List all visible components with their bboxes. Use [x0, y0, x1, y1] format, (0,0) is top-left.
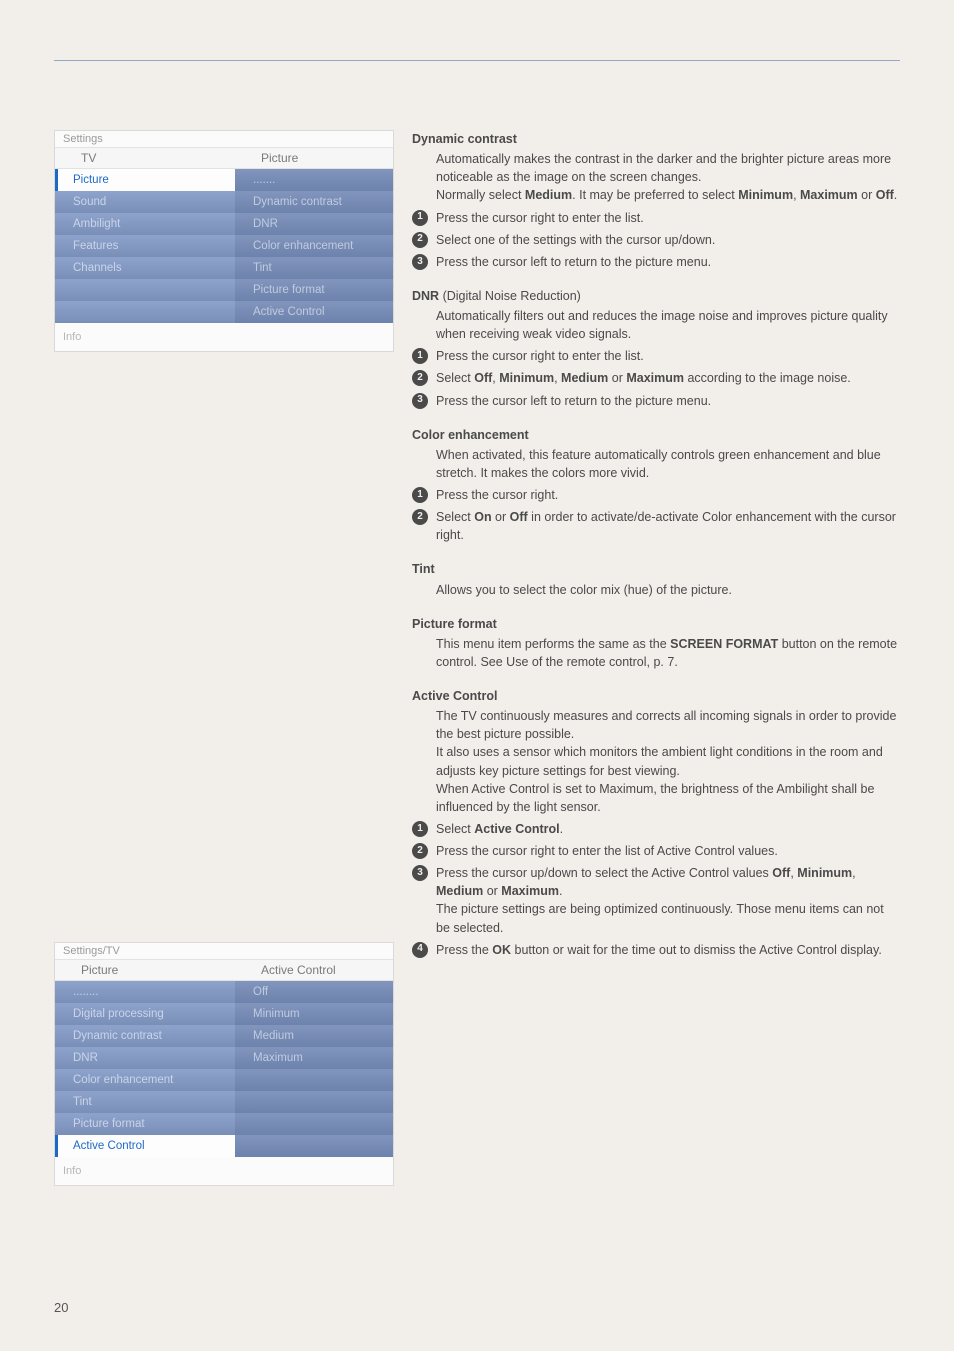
step-1: 1Press the cursor right to enter the lis… — [412, 209, 900, 227]
col-header-left: Picture — [55, 959, 235, 981]
step-number-icon: 3 — [412, 254, 428, 270]
panel-title: Settings — [55, 131, 393, 147]
right-menu: ....... Dynamic contrast DNR Color enhan… — [235, 169, 393, 323]
step-1: 1Press the cursor right to enter the lis… — [412, 347, 900, 365]
left-menu: Picture Sound Ambilight Features Channel… — [55, 169, 235, 323]
manual-content: Dynamic contrast Automatically makes the… — [412, 130, 900, 963]
paragraph: Automatically makes the contrast in the … — [436, 150, 900, 204]
step-2: 2Select On or Off in order to activate/d… — [412, 508, 900, 544]
heading-active-control: Active Control — [412, 687, 900, 705]
menu-item: Color enhancement — [55, 1069, 235, 1091]
step-number-icon: 2 — [412, 370, 428, 386]
step-number-icon: 1 — [412, 210, 428, 226]
left-menu: ........ Digital processing Dynamic cont… — [55, 981, 235, 1157]
menu-item-active-control: Active Control — [55, 1135, 235, 1157]
step-number-icon: 3 — [412, 393, 428, 409]
heading-dnr: DNR (Digital Noise Reduction) — [412, 287, 900, 305]
step-1: 1Select Active Control. — [412, 820, 900, 838]
step-1: 1Press the cursor right. — [412, 486, 900, 504]
step-number-icon: 1 — [412, 821, 428, 837]
submenu-item: Color enhancement — [235, 235, 393, 257]
right-menu: Off Minimum Medium Maximum — [235, 981, 393, 1157]
step-number-icon: 2 — [412, 232, 428, 248]
col-header-right: Active Control — [235, 959, 393, 981]
menu-item-ambilight: Ambilight — [55, 213, 235, 235]
paragraph: Allows you to select the color mix (hue)… — [436, 581, 900, 599]
info-bar: Info — [55, 1157, 393, 1185]
heading-dynamic-contrast: Dynamic contrast — [412, 130, 900, 148]
settings-screenshot-1: Settings TV Picture Picture Sound Ambili… — [54, 130, 394, 352]
settings-screenshot-2: Settings/TV Picture Active Control .....… — [54, 942, 394, 1186]
step-2: 2Select Off, Minimum, Medium or Maximum … — [412, 369, 900, 387]
menu-item: Picture format — [55, 1113, 235, 1135]
heading-picture-format: Picture format — [412, 615, 900, 633]
menu-item: DNR — [55, 1047, 235, 1069]
step-number-icon: 2 — [412, 843, 428, 859]
step-number-icon: 1 — [412, 487, 428, 503]
paragraph: When activated, this feature automatical… — [436, 446, 900, 482]
submenu-item: Active Control — [235, 301, 393, 323]
submenu-item: Tint — [235, 257, 393, 279]
step-number-icon: 1 — [412, 348, 428, 364]
submenu-item: ....... — [235, 169, 393, 191]
panel-title: Settings/TV — [55, 943, 393, 959]
step-3: 3Press the cursor left to return to the … — [412, 392, 900, 410]
step-3: 3Press the cursor up/down to select the … — [412, 864, 900, 937]
menu-item: Dynamic contrast — [55, 1025, 235, 1047]
paragraph: This menu item performs the same as the … — [436, 635, 900, 671]
submenu-item: Picture format — [235, 279, 393, 301]
step-3: 3Press the cursor left to return to the … — [412, 253, 900, 271]
submenu-item: Maximum — [235, 1047, 393, 1069]
menu-item: Digital processing — [55, 1003, 235, 1025]
submenu-item: DNR — [235, 213, 393, 235]
menu-item-sound: Sound — [55, 191, 235, 213]
menu-item-picture: Picture — [55, 169, 235, 191]
step-number-icon: 3 — [412, 865, 428, 881]
submenu-item: Medium — [235, 1025, 393, 1047]
submenu-item: Minimum — [235, 1003, 393, 1025]
menu-item: ........ — [55, 981, 235, 1003]
menu-item: Tint — [55, 1091, 235, 1113]
step-number-icon: 4 — [412, 942, 428, 958]
menu-item-features: Features — [55, 235, 235, 257]
submenu-item: Dynamic contrast — [235, 191, 393, 213]
menu-item-channels: Channels — [55, 257, 235, 279]
paragraph: The TV continuously measures and correct… — [436, 707, 900, 816]
submenu-item: Off — [235, 981, 393, 1003]
info-bar: Info — [55, 323, 393, 351]
col-header-right: Picture — [235, 147, 393, 169]
page-number: 20 — [54, 1300, 68, 1315]
step-2: 2Select one of the settings with the cur… — [412, 231, 900, 249]
paragraph: Automatically filters out and reduces th… — [436, 307, 900, 343]
col-header-left: TV — [55, 147, 235, 169]
step-number-icon: 2 — [412, 509, 428, 525]
heading-color-enhancement: Color enhancement — [412, 426, 900, 444]
step-2: 2Press the cursor right to enter the lis… — [412, 842, 900, 860]
heading-tint: Tint — [412, 560, 900, 578]
step-4: 4Press the OK button or wait for the tim… — [412, 941, 900, 959]
